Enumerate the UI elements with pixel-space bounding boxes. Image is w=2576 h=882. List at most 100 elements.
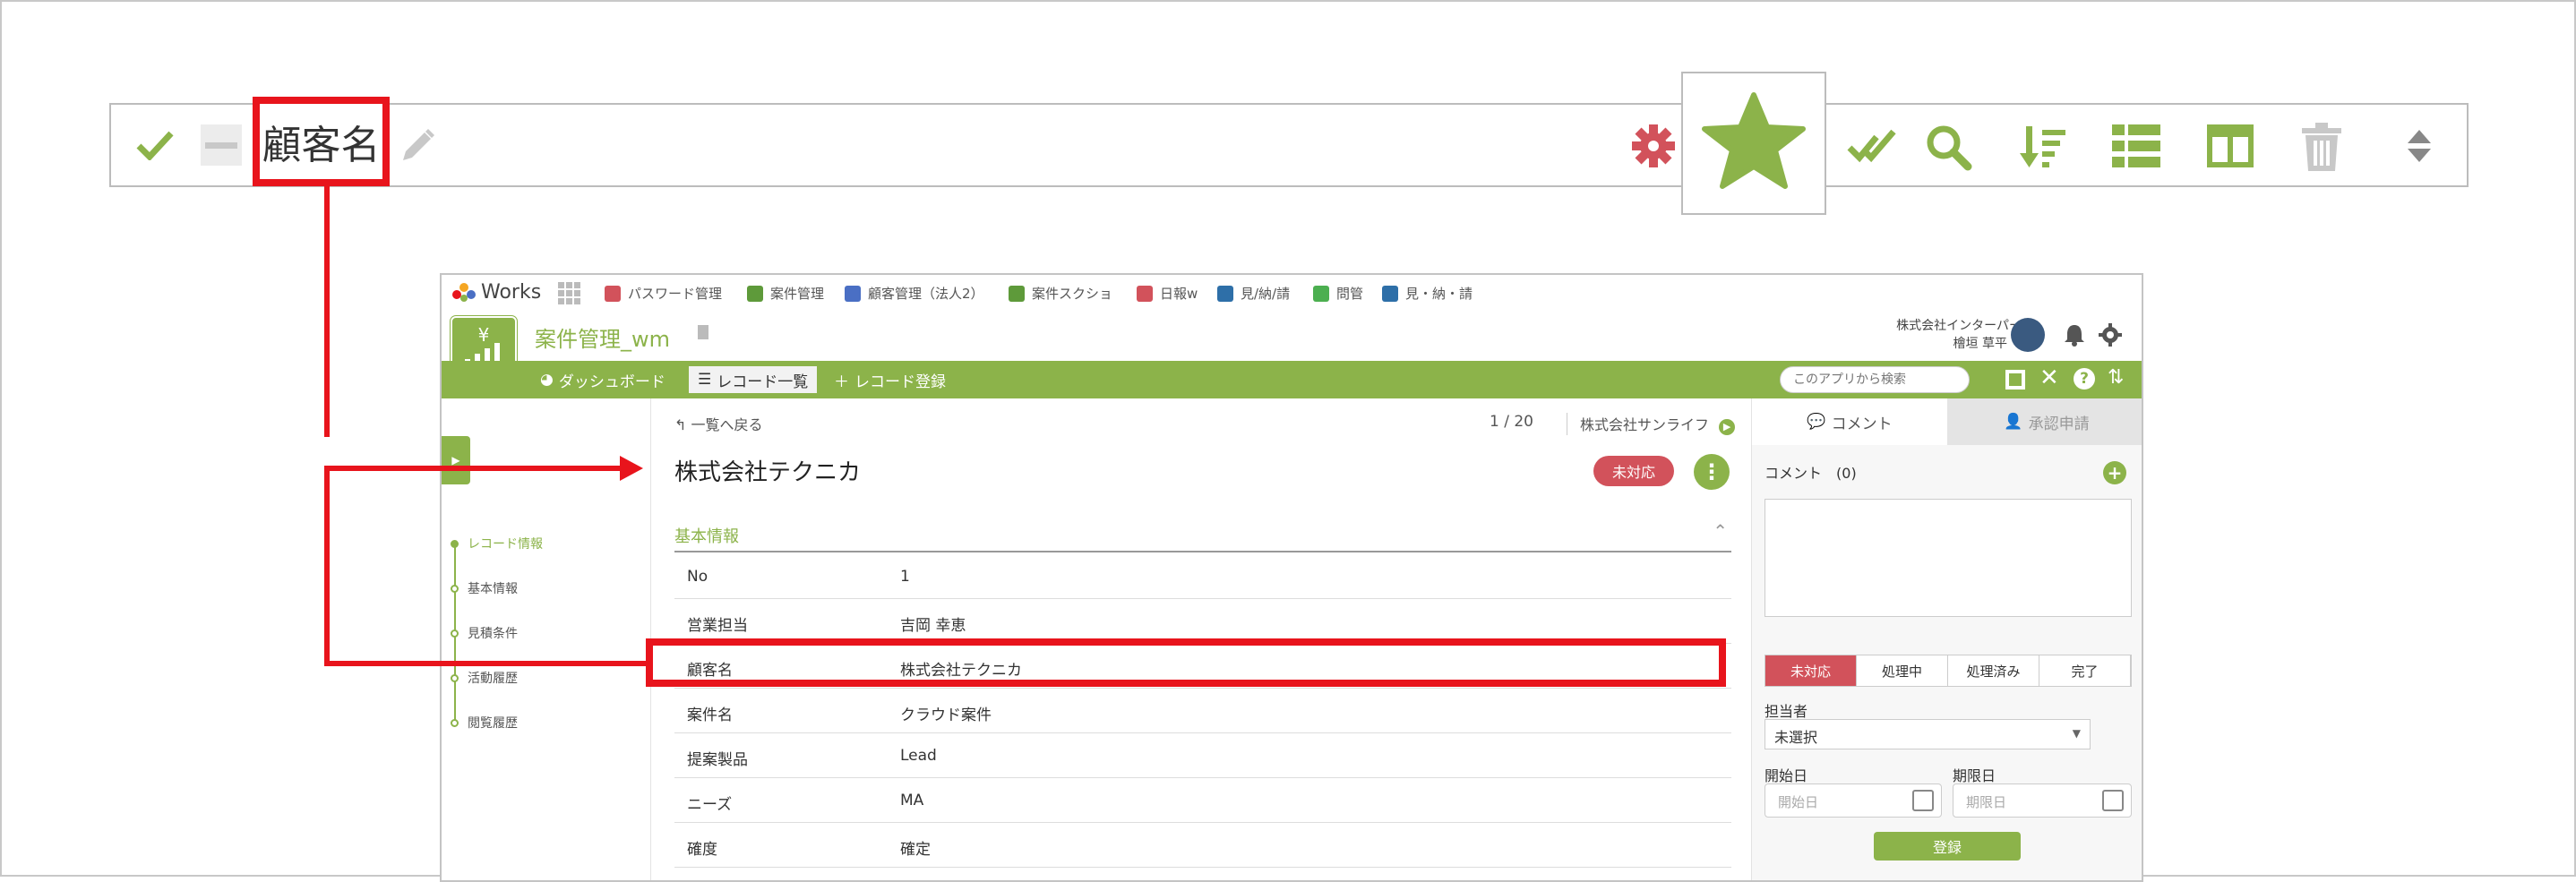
status-badge[interactable]: 未対応: [1593, 456, 1674, 486]
gear-icon[interactable]: [1630, 123, 1677, 169]
comment-count: (0): [1836, 465, 1857, 482]
calendar-icon[interactable]: [1912, 790, 1934, 811]
pager: 1 / 20: [1490, 413, 1533, 431]
connector-line: [324, 186, 330, 437]
sidebar-step-label: レコード情報: [468, 537, 543, 552]
sidebar-step-label: 活動履歴: [468, 672, 518, 686]
sort-arrows-icon[interactable]: [2406, 128, 2433, 164]
calendar-icon[interactable]: [2102, 790, 2124, 811]
app-tab[interactable]: 案件管理: [747, 284, 824, 303]
minus-icon[interactable]: [201, 124, 242, 166]
field-row-highlight: [646, 638, 1726, 687]
sidebar-step[interactable]: 活動履歴: [451, 669, 518, 687]
app-tab[interactable]: 顧客管理（法人2）: [845, 284, 984, 303]
app-tab-label: パスワード管理: [628, 286, 723, 302]
tab-approval[interactable]: 👤 承認申請: [1947, 398, 2142, 445]
pencil-icon[interactable]: [398, 126, 437, 166]
field-label: ニーズ: [687, 796, 733, 814]
logo-text: Works: [481, 280, 542, 304]
works-logo[interactable]: Works: [451, 280, 541, 304]
assignee-select[interactable]: 未選択 ▼: [1765, 719, 2091, 749]
app-window: Works パスワード管理 案件管理 顧客管理（法人2） 案件スクショ 日報w 見/納/請…: [440, 273, 2143, 882]
nav-record-register[interactable]: ＋レコード登録: [825, 366, 955, 393]
connector-line: [324, 466, 625, 471]
next-record-link[interactable]: 株式会社サンライフ ▶: [1567, 413, 1736, 435]
search-icon[interactable]: [1924, 123, 1972, 171]
chevron-down-icon: ▼: [2072, 727, 2081, 740]
table-row: 確度 確定: [674, 823, 1731, 868]
works-logo-icon: [452, 283, 476, 302]
status-option[interactable]: 完了: [2039, 655, 2131, 686]
bookmark-icon[interactable]: [698, 325, 708, 339]
field-value: 1: [900, 568, 910, 586]
nav-record-list[interactable]: ☰ レコード一覧: [689, 366, 818, 393]
trash-icon[interactable]: [2302, 123, 2341, 171]
status-option[interactable]: 処理済み: [1948, 655, 2039, 686]
table-row: 案件名 クラウド案件: [674, 689, 1731, 733]
search-input[interactable]: [1780, 366, 1970, 393]
connector-arrow-icon: [620, 456, 643, 481]
help-icon[interactable]: ?: [2074, 368, 2095, 390]
table-row: 提案製品 Lead: [674, 733, 1731, 778]
apps-grid-icon[interactable]: [558, 282, 581, 305]
columns-icon[interactable]: [2207, 124, 2254, 167]
status-option[interactable]: 処理中: [1857, 655, 1948, 686]
collapse-icon[interactable]: ⌃: [1713, 520, 1728, 542]
avatar[interactable]: [2011, 318, 2045, 352]
sidebar-step[interactable]: 基本情報: [451, 579, 518, 597]
plus-icon: ＋: [834, 372, 849, 391]
app-tab[interactable]: 見/納/請: [1217, 284, 1290, 303]
app-tab-label: 日報w: [1160, 286, 1198, 302]
field-label: 提案製品: [687, 751, 748, 769]
app-tab[interactable]: 見・納・請: [1382, 284, 1473, 303]
svg-text:¥: ¥: [478, 324, 490, 346]
sort-icon[interactable]: [2019, 123, 2067, 171]
field-value: Lead: [900, 747, 937, 765]
add-comment-icon[interactable]: +: [2103, 461, 2126, 484]
list-icon[interactable]: [2112, 124, 2160, 167]
table-row: No 1: [674, 554, 1731, 599]
record-title: 株式会社テクニカ: [674, 459, 862, 486]
field-label-highlight: 顧客名: [253, 97, 390, 186]
tools-icon[interactable]: ✕: [2039, 364, 2059, 391]
sidebar-step[interactable]: 閲覧履歴: [451, 714, 518, 732]
field-label: 営業担当: [687, 617, 748, 635]
register-button[interactable]: 登録: [1874, 832, 2021, 861]
settings-gear-icon[interactable]: [2099, 323, 2122, 350]
more-menu-icon[interactable]: ⋮: [1694, 454, 1730, 490]
assignee-label: 担当者: [1765, 703, 1808, 720]
next-arrow-icon: ▶: [1719, 419, 1736, 435]
user-check-icon: 👤: [2004, 413, 2023, 431]
status-option[interactable]: 未対応: [1765, 655, 1857, 686]
tab-comment[interactable]: 💬 コメント: [1752, 398, 1947, 445]
sync-icon[interactable]: ⇅: [2108, 366, 2124, 389]
bell-icon[interactable]: [2063, 323, 2086, 350]
app-tab[interactable]: パスワード管理: [605, 284, 722, 303]
due-date-input[interactable]: 期限日: [1953, 784, 2132, 818]
connector-line: [324, 466, 330, 664]
double-check-icon[interactable]: [1847, 126, 1897, 167]
app-tab[interactable]: 日報w: [1137, 284, 1198, 303]
sidebar-step[interactable]: 見積条件: [451, 624, 518, 642]
app-tab-icon: [605, 285, 621, 302]
check-icon[interactable]: [136, 130, 174, 160]
app-tab[interactable]: 案件スクショ: [1009, 284, 1112, 303]
step-dot: [451, 539, 459, 548]
section-header[interactable]: 基本情報 ⌃: [674, 517, 1731, 552]
app-tab-label: 見/納/請: [1241, 286, 1291, 302]
app-tab[interactable]: 問管: [1313, 284, 1363, 303]
qr-icon[interactable]: [2005, 370, 2025, 390]
start-date-input[interactable]: 開始日: [1765, 784, 1942, 818]
start-date-label: 開始日: [1765, 767, 1808, 784]
nav-dashboard[interactable]: ◕ ダッシュボード: [531, 366, 674, 393]
list-icon: ☰: [698, 371, 712, 389]
sidebar-step[interactable]: レコード情報: [451, 535, 543, 552]
back-link[interactable]: ↰ 一覧へ戻る: [674, 413, 763, 434]
star-icon[interactable]: [1701, 91, 1807, 192]
sidebar-toggle[interactable]: ▶: [442, 436, 470, 484]
field-value: 確定: [900, 841, 931, 859]
sidebar-step-label: 見積条件: [468, 627, 518, 641]
comment-textarea[interactable]: [1765, 499, 2132, 617]
due-date-label: 期限日: [1953, 767, 1996, 784]
table-row: ニーズ MA: [674, 778, 1731, 823]
